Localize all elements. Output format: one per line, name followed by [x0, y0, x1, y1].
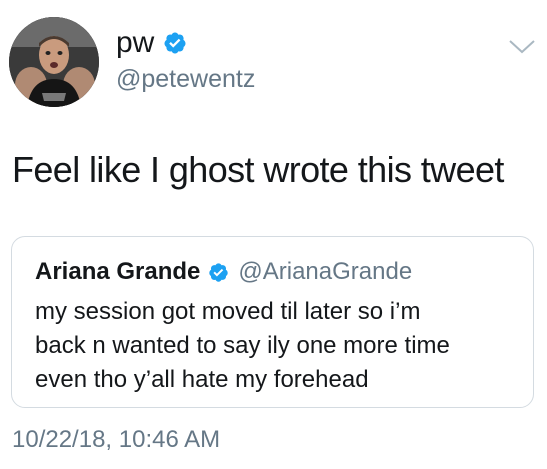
author-name-text: pw — [116, 26, 155, 59]
tweet-text: Feel like I ghost wrote this tweet — [12, 149, 504, 190]
profile-photo-icon — [9, 17, 99, 107]
quoted-text-line: even tho y’all hate my forehead — [35, 366, 369, 393]
quoted-tweet-header: Ariana Grande @ArianaGrande — [35, 257, 412, 287]
quoted-author-handle: @ArianaGrande — [238, 258, 413, 285]
author-handle[interactable]: @petewentz — [116, 64, 255, 94]
quoted-tweet[interactable]: Ariana Grande @ArianaGrande my session g… — [11, 236, 534, 408]
quoted-text-line: my session got moved til later so i’m — [35, 298, 421, 325]
author-display-name[interactable]: pw — [116, 26, 187, 60]
verified-badge-icon — [209, 262, 229, 282]
verified-badge-icon — [164, 32, 186, 54]
quoted-tweet-text: my session got moved til later so i’m ba… — [35, 295, 525, 397]
tweet-card: pw @petewentz Feel like I ghost wrote th… — [0, 0, 547, 469]
author-avatar[interactable] — [9, 17, 99, 107]
chevron-down-icon[interactable] — [508, 38, 536, 56]
tweet-timestamp[interactable]: 10/22/18, 10:46 AM — [12, 425, 220, 455]
quoted-author-name: Ariana Grande — [35, 258, 201, 285]
quoted-text-line: back n wanted to say ily one more time — [35, 332, 450, 359]
